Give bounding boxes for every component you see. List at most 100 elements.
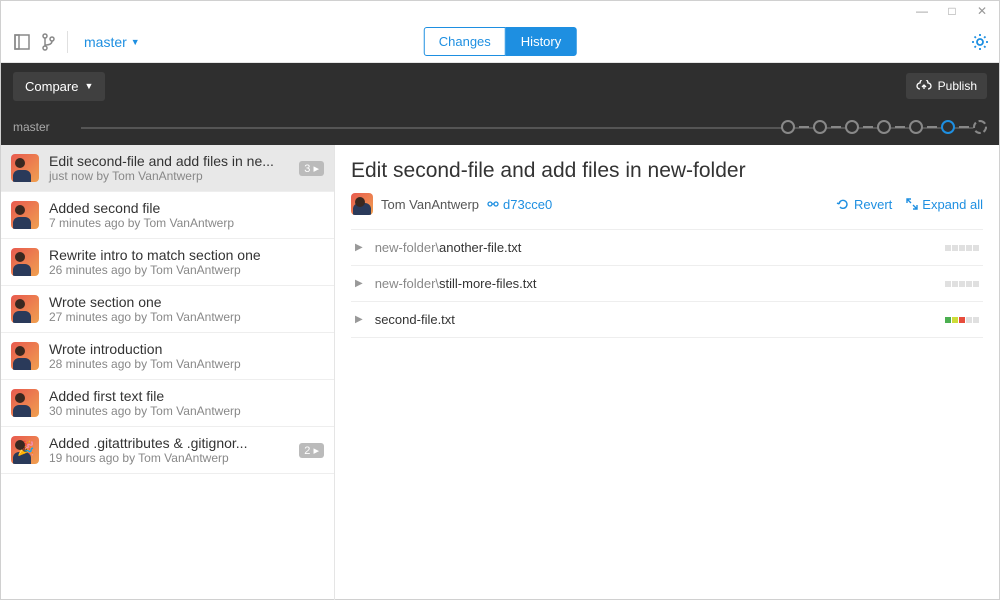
file-row[interactable]: ▶ new-folder\still-more-files.txt bbox=[351, 265, 983, 301]
gear-icon[interactable] bbox=[971, 33, 989, 51]
commit-node[interactable] bbox=[909, 120, 923, 134]
file-dir: new-folder\ bbox=[375, 276, 439, 291]
commit-text: Wrote introduction28 minutes ago by Tom … bbox=[49, 341, 324, 371]
commit-item[interactable]: Added first text file30 minutes ago by T… bbox=[1, 380, 334, 427]
publish-label: Publish bbox=[938, 79, 977, 93]
avatar: 🎉 bbox=[11, 436, 39, 464]
commit-meta: 27 minutes ago by Tom VanAntwerp bbox=[49, 310, 324, 324]
publish-button[interactable]: Publish bbox=[906, 73, 987, 99]
changed-files-list: ▶new-folder\another-file.txt▶new-folder\… bbox=[351, 229, 983, 338]
commit-meta: just now by Tom VanAntwerp bbox=[49, 169, 289, 183]
avatar bbox=[11, 389, 39, 417]
tab-changes[interactable]: Changes bbox=[424, 27, 506, 56]
divider bbox=[67, 31, 68, 53]
commit-meta: 19 hours ago by Tom VanAntwerp bbox=[49, 451, 289, 465]
file-row[interactable]: ▶ new-folder\another-file.txt bbox=[351, 229, 983, 265]
main-content: Edit second-file and add files in ne...j… bbox=[1, 145, 999, 600]
caret-down-icon: ▼ bbox=[131, 37, 140, 47]
caret-down-icon: ▼ bbox=[84, 81, 93, 91]
chevron-right-icon: ▶ bbox=[355, 242, 363, 253]
chevron-right-icon: ▶ bbox=[355, 314, 363, 325]
avatar bbox=[11, 248, 39, 276]
chevron-right-icon: ▶ bbox=[355, 278, 363, 289]
commit-graph-nodes bbox=[781, 120, 987, 134]
file-path: new-folder\still-more-files.txt bbox=[375, 276, 537, 291]
commit-title: Added second file bbox=[49, 200, 324, 216]
window-minimize[interactable]: — bbox=[907, 1, 937, 21]
commit-item[interactable]: 🎉 Added .gitattributes & .gitignor...19 h… bbox=[1, 427, 334, 474]
commit-text: Added second file7 minutes ago by Tom Va… bbox=[49, 200, 324, 230]
commit-list: Edit second-file and add files in ne...j… bbox=[1, 145, 335, 600]
commit-text: Added .gitattributes & .gitignor...19 ho… bbox=[49, 435, 289, 465]
file-path: second-file.txt bbox=[375, 312, 455, 327]
file-row[interactable]: ▶ second-file.txt bbox=[351, 301, 983, 338]
commit-meta-row: Tom VanAntwerp d73cce0 Revert bbox=[351, 193, 983, 215]
commit-title: Added .gitattributes & .gitignor... bbox=[49, 435, 289, 451]
avatar bbox=[11, 342, 39, 370]
commit-title: Wrote section one bbox=[49, 294, 324, 310]
commit-item[interactable]: Wrote section one27 minutes ago by Tom V… bbox=[1, 286, 334, 333]
branch-selector[interactable]: master ▼ bbox=[76, 30, 148, 54]
file-name: still-more-files.txt bbox=[439, 276, 537, 291]
commit-item[interactable]: Wrote introduction28 minutes ago by Tom … bbox=[1, 333, 334, 380]
revert-button[interactable]: Revert bbox=[836, 197, 892, 212]
top-toolbar: master ▼ Changes History bbox=[1, 21, 999, 63]
avatar bbox=[11, 201, 39, 229]
commit-title: Rewrite intro to match section one bbox=[49, 247, 324, 263]
compare-button[interactable]: Compare ▼ bbox=[13, 72, 105, 101]
avatar bbox=[11, 154, 39, 182]
commit-sha-link[interactable]: d73cce0 bbox=[487, 197, 552, 212]
file-name: another-file.txt bbox=[439, 240, 521, 255]
window-close[interactable]: ✕ bbox=[967, 1, 997, 21]
revert-label: Revert bbox=[854, 197, 892, 212]
avatar bbox=[351, 193, 373, 215]
branch-graph-band: Compare ▼ Publish master bbox=[1, 63, 999, 145]
commit-meta: 28 minutes ago by Tom VanAntwerp bbox=[49, 357, 324, 371]
commit-node[interactable] bbox=[781, 120, 795, 134]
file-count-badge: 3 ▸ bbox=[299, 161, 324, 176]
commit-node-uncommitted[interactable] bbox=[973, 120, 987, 134]
window-titlebar: — □ ✕ bbox=[1, 1, 999, 21]
commit-title: Added first text file bbox=[49, 388, 324, 404]
commit-text: Added first text file30 minutes ago by T… bbox=[49, 388, 324, 418]
compare-label: Compare bbox=[25, 79, 78, 94]
commit-node[interactable] bbox=[877, 120, 891, 134]
commit-item[interactable]: Edit second-file and add files in ne...j… bbox=[1, 145, 334, 192]
commit-author: Tom VanAntwerp bbox=[381, 197, 479, 212]
file-path: new-folder\another-file.txt bbox=[375, 240, 522, 255]
branch-name: master bbox=[84, 34, 127, 50]
commit-text: Wrote section one27 minutes ago by Tom V… bbox=[49, 294, 324, 324]
commit-node[interactable] bbox=[813, 120, 827, 134]
diff-indicator bbox=[945, 245, 979, 251]
branch-icon[interactable] bbox=[37, 31, 59, 53]
expand-all-button[interactable]: Expand all bbox=[906, 197, 983, 212]
window-maximize[interactable]: □ bbox=[937, 1, 967, 21]
file-dir: new-folder\ bbox=[375, 240, 439, 255]
file-name: second-file.txt bbox=[375, 312, 455, 327]
commit-link-icon bbox=[487, 198, 499, 210]
undo-icon bbox=[836, 197, 850, 211]
commit-title: Edit second-file and add files in ne... bbox=[49, 153, 289, 169]
avatar bbox=[11, 295, 39, 323]
commit-sha: d73cce0 bbox=[503, 197, 552, 212]
file-count-badge: 2 ▸ bbox=[299, 443, 324, 458]
commit-title: Wrote introduction bbox=[49, 341, 324, 357]
commit-meta: 30 minutes ago by Tom VanAntwerp bbox=[49, 404, 324, 418]
commit-detail-title: Edit second-file and add files in new-fo… bbox=[351, 159, 983, 183]
commit-item[interactable]: Added second file7 minutes ago by Tom Va… bbox=[1, 192, 334, 239]
expand-icon bbox=[906, 198, 918, 210]
commit-node[interactable] bbox=[845, 120, 859, 134]
tab-history[interactable]: History bbox=[506, 27, 576, 56]
commit-text: Edit second-file and add files in ne...j… bbox=[49, 153, 289, 183]
branch-label-dark: master bbox=[13, 120, 50, 134]
commit-meta: 7 minutes ago by Tom VanAntwerp bbox=[49, 216, 324, 230]
diff-indicator bbox=[945, 317, 979, 323]
commit-meta: 26 minutes ago by Tom VanAntwerp bbox=[49, 263, 324, 277]
party-icon: 🎉 bbox=[17, 440, 34, 457]
expand-label: Expand all bbox=[922, 197, 983, 212]
commit-text: Rewrite intro to match section one26 min… bbox=[49, 247, 324, 277]
commit-node-active[interactable] bbox=[941, 120, 955, 134]
commit-item[interactable]: Rewrite intro to match section one26 min… bbox=[1, 239, 334, 286]
diff-indicator bbox=[945, 281, 979, 287]
repo-icon[interactable] bbox=[11, 31, 33, 53]
